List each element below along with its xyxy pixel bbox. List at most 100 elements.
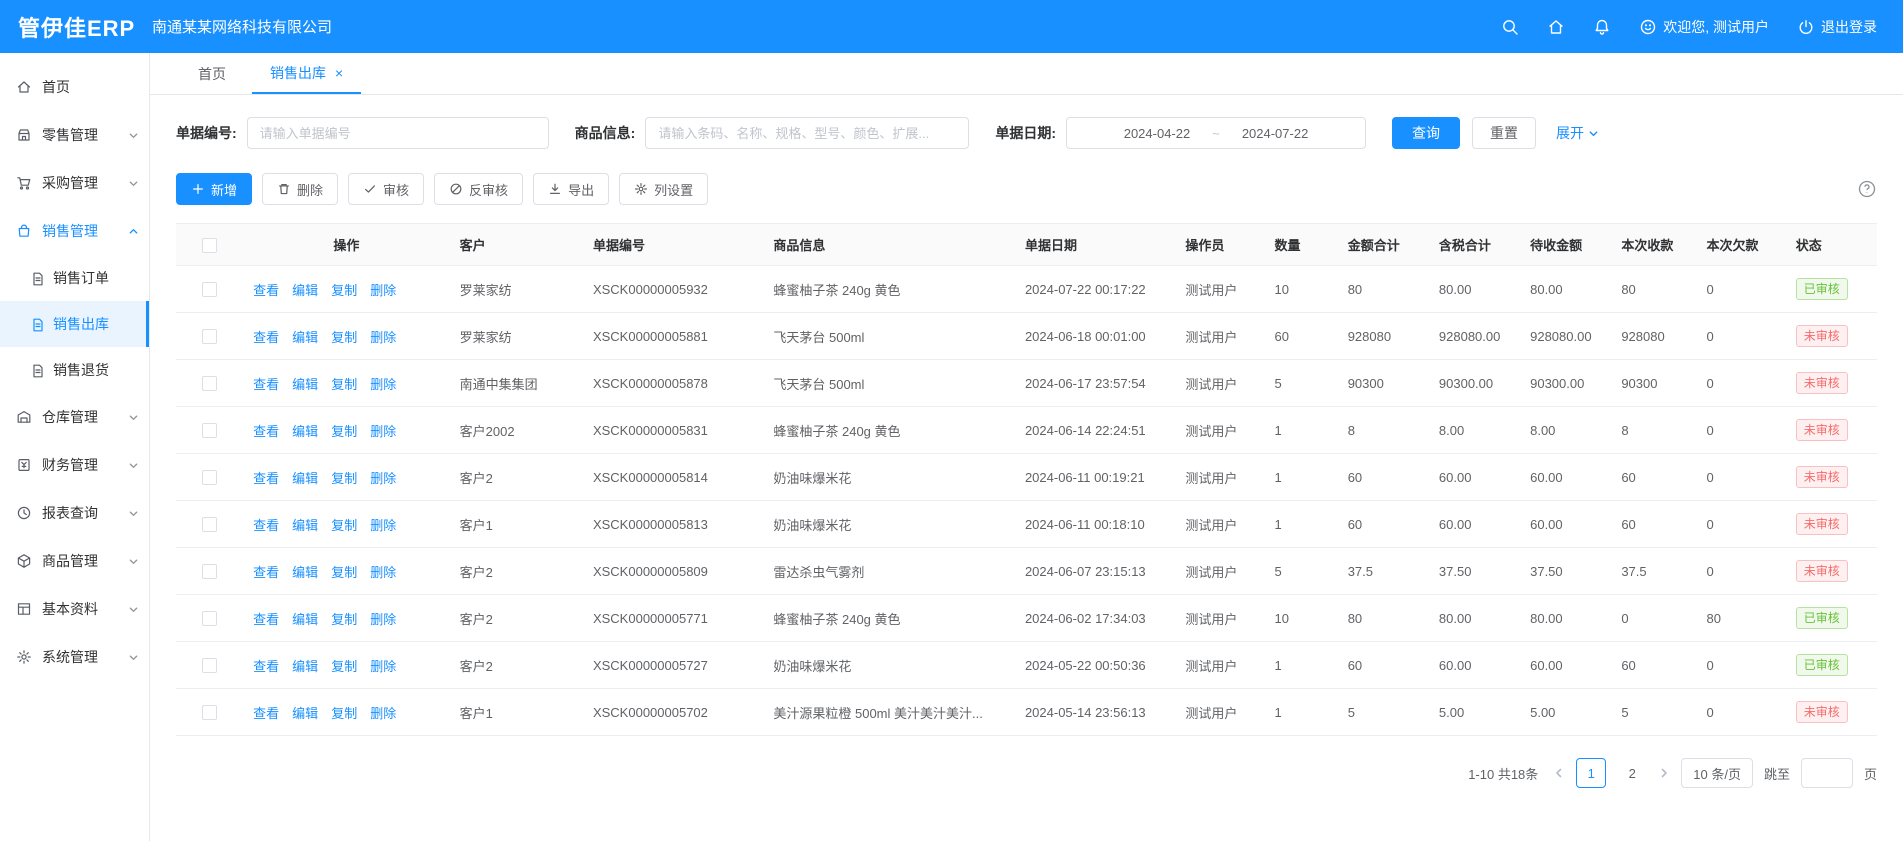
row-action-view[interactable]: 查看 bbox=[253, 612, 279, 627]
row-action-copy[interactable]: 复制 bbox=[331, 283, 357, 298]
sidebar-item-sales-order[interactable]: 销售订单 bbox=[0, 255, 149, 301]
sidebar-item-home[interactable]: 首页 bbox=[0, 63, 149, 111]
row-action-copy[interactable]: 复制 bbox=[331, 612, 357, 627]
row-checkbox[interactable] bbox=[202, 282, 217, 297]
row-action-edit[interactable]: 编辑 bbox=[292, 659, 318, 674]
cell-product: 美汁源果粒橙 500ml 美汁美汁美汁... bbox=[763, 689, 1015, 736]
sidebar-item-system[interactable]: 系统管理 bbox=[0, 633, 149, 681]
row-checkbox[interactable] bbox=[202, 658, 217, 673]
row-action-view[interactable]: 查看 bbox=[253, 565, 279, 580]
row-action-delete[interactable]: 删除 bbox=[370, 659, 396, 674]
jump-page-input[interactable] bbox=[1801, 758, 1853, 788]
row-action-delete[interactable]: 删除 bbox=[370, 706, 396, 721]
add-button[interactable]: 新增 bbox=[176, 173, 252, 205]
sidebar-item-finance[interactable]: 财务管理 bbox=[0, 441, 149, 489]
prev-page-icon[interactable] bbox=[1553, 767, 1565, 779]
row-action-view[interactable]: 查看 bbox=[253, 283, 279, 298]
row-action-copy[interactable]: 复制 bbox=[331, 330, 357, 345]
row-action-copy[interactable]: 复制 bbox=[331, 565, 357, 580]
row-action-copy[interactable]: 复制 bbox=[331, 659, 357, 674]
unaudit-button[interactable]: 反审核 bbox=[434, 173, 523, 205]
sidebar-item-products[interactable]: 商品管理 bbox=[0, 537, 149, 585]
chevron-down-icon bbox=[128, 460, 139, 471]
row-checkbox[interactable] bbox=[202, 705, 217, 720]
row-action-copy[interactable]: 复制 bbox=[331, 518, 357, 533]
row-action-view[interactable]: 查看 bbox=[253, 706, 279, 721]
bell-icon[interactable] bbox=[1593, 18, 1611, 36]
row-action-delete[interactable]: 删除 bbox=[370, 471, 396, 486]
help-icon[interactable] bbox=[1857, 179, 1877, 199]
cell-customer: 客户2002 bbox=[450, 407, 583, 454]
row-action-edit[interactable]: 编辑 bbox=[292, 706, 318, 721]
row-action-delete[interactable]: 删除 bbox=[370, 377, 396, 392]
row-action-edit[interactable]: 编辑 bbox=[292, 283, 318, 298]
logout-button[interactable]: 退出登录 bbox=[1797, 17, 1877, 37]
row-action-edit[interactable]: 编辑 bbox=[292, 377, 318, 392]
row-checkbox[interactable] bbox=[202, 423, 217, 438]
finance-icon bbox=[16, 457, 33, 474]
next-page-icon[interactable] bbox=[1658, 767, 1670, 779]
audit-button[interactable]: 审核 bbox=[348, 173, 424, 205]
row-checkbox[interactable] bbox=[202, 376, 217, 391]
row-action-view[interactable]: 查看 bbox=[253, 330, 279, 345]
row-action-copy[interactable]: 复制 bbox=[331, 424, 357, 439]
sidebar-item-retail[interactable]: 零售管理 bbox=[0, 111, 149, 159]
page-size-select[interactable]: 10 条/页 bbox=[1681, 758, 1753, 788]
row-checkbox[interactable] bbox=[202, 611, 217, 626]
row-action-view[interactable]: 查看 bbox=[253, 659, 279, 674]
sidebar-item-sales-return[interactable]: 销售退货 bbox=[0, 347, 149, 393]
search-icon[interactable] bbox=[1501, 18, 1519, 36]
page-button-1[interactable]: 1 bbox=[1576, 758, 1606, 788]
cell-owed: 0 bbox=[1697, 501, 1786, 548]
cell-date: 2024-06-11 00:18:10 bbox=[1015, 501, 1175, 548]
cell-operator: 测试用户 bbox=[1175, 407, 1264, 454]
row-action-view[interactable]: 查看 bbox=[253, 424, 279, 439]
row-action-delete[interactable]: 删除 bbox=[370, 330, 396, 345]
row-action-edit[interactable]: 编辑 bbox=[292, 612, 318, 627]
row-checkbox[interactable] bbox=[202, 564, 217, 579]
row-action-edit[interactable]: 编辑 bbox=[292, 565, 318, 580]
sidebar-item-basic-data[interactable]: 基本资料 bbox=[0, 585, 149, 633]
delete-button[interactable]: 删除 bbox=[262, 173, 338, 205]
row-action-copy[interactable]: 复制 bbox=[331, 471, 357, 486]
row-action-delete[interactable]: 删除 bbox=[370, 283, 396, 298]
row-action-copy[interactable]: 复制 bbox=[331, 377, 357, 392]
row-action-delete[interactable]: 删除 bbox=[370, 565, 396, 580]
select-all-checkbox[interactable] bbox=[202, 238, 217, 253]
reset-button[interactable]: 重置 bbox=[1472, 117, 1536, 149]
product-info-input[interactable] bbox=[645, 117, 969, 149]
bill-no-input[interactable] bbox=[247, 117, 549, 149]
row-action-view[interactable]: 查看 bbox=[253, 518, 279, 533]
sidebar-item-sales-outbound[interactable]: 销售出库 bbox=[0, 301, 149, 347]
page-button-2[interactable]: 2 bbox=[1617, 758, 1647, 788]
status-badge: 已审核 bbox=[1796, 607, 1848, 629]
sidebar-item-reports[interactable]: 报表查询 bbox=[0, 489, 149, 537]
row-checkbox[interactable] bbox=[202, 517, 217, 532]
expand-link[interactable]: 展开 bbox=[1556, 123, 1599, 143]
home-icon[interactable] bbox=[1547, 18, 1565, 36]
row-action-edit[interactable]: 编辑 bbox=[292, 518, 318, 533]
tab-home[interactable]: 首页 bbox=[180, 53, 244, 94]
search-button[interactable]: 查询 bbox=[1392, 117, 1460, 149]
row-action-edit[interactable]: 编辑 bbox=[292, 424, 318, 439]
row-action-edit[interactable]: 编辑 bbox=[292, 330, 318, 345]
row-action-edit[interactable]: 编辑 bbox=[292, 471, 318, 486]
close-icon[interactable]: × bbox=[335, 66, 343, 80]
sidebar-item-sales[interactable]: 销售管理 bbox=[0, 207, 149, 255]
row-action-copy[interactable]: 复制 bbox=[331, 706, 357, 721]
welcome-user[interactable]: 欢迎您, 测试用户 bbox=[1639, 17, 1769, 37]
sidebar-item-warehouse[interactable]: 仓库管理 bbox=[0, 393, 149, 441]
export-button[interactable]: 导出 bbox=[533, 173, 609, 205]
row-action-view[interactable]: 查看 bbox=[253, 471, 279, 486]
table-row: 查看编辑复制删除客户2XSCK00000005814奶油味爆米花2024-06-… bbox=[176, 454, 1877, 501]
row-action-delete[interactable]: 删除 bbox=[370, 518, 396, 533]
row-checkbox[interactable] bbox=[202, 470, 217, 485]
tab-sales-outbound[interactable]: 销售出库 × bbox=[252, 53, 361, 94]
row-action-delete[interactable]: 删除 bbox=[370, 612, 396, 627]
row-checkbox[interactable] bbox=[202, 329, 217, 344]
row-action-view[interactable]: 查看 bbox=[253, 377, 279, 392]
row-action-delete[interactable]: 删除 bbox=[370, 424, 396, 439]
date-range-picker[interactable]: 2024-04-22 ~ 2024-07-22 bbox=[1066, 117, 1366, 149]
column-settings-button[interactable]: 列设置 bbox=[619, 173, 708, 205]
sidebar-item-purchase[interactable]: 采购管理 bbox=[0, 159, 149, 207]
